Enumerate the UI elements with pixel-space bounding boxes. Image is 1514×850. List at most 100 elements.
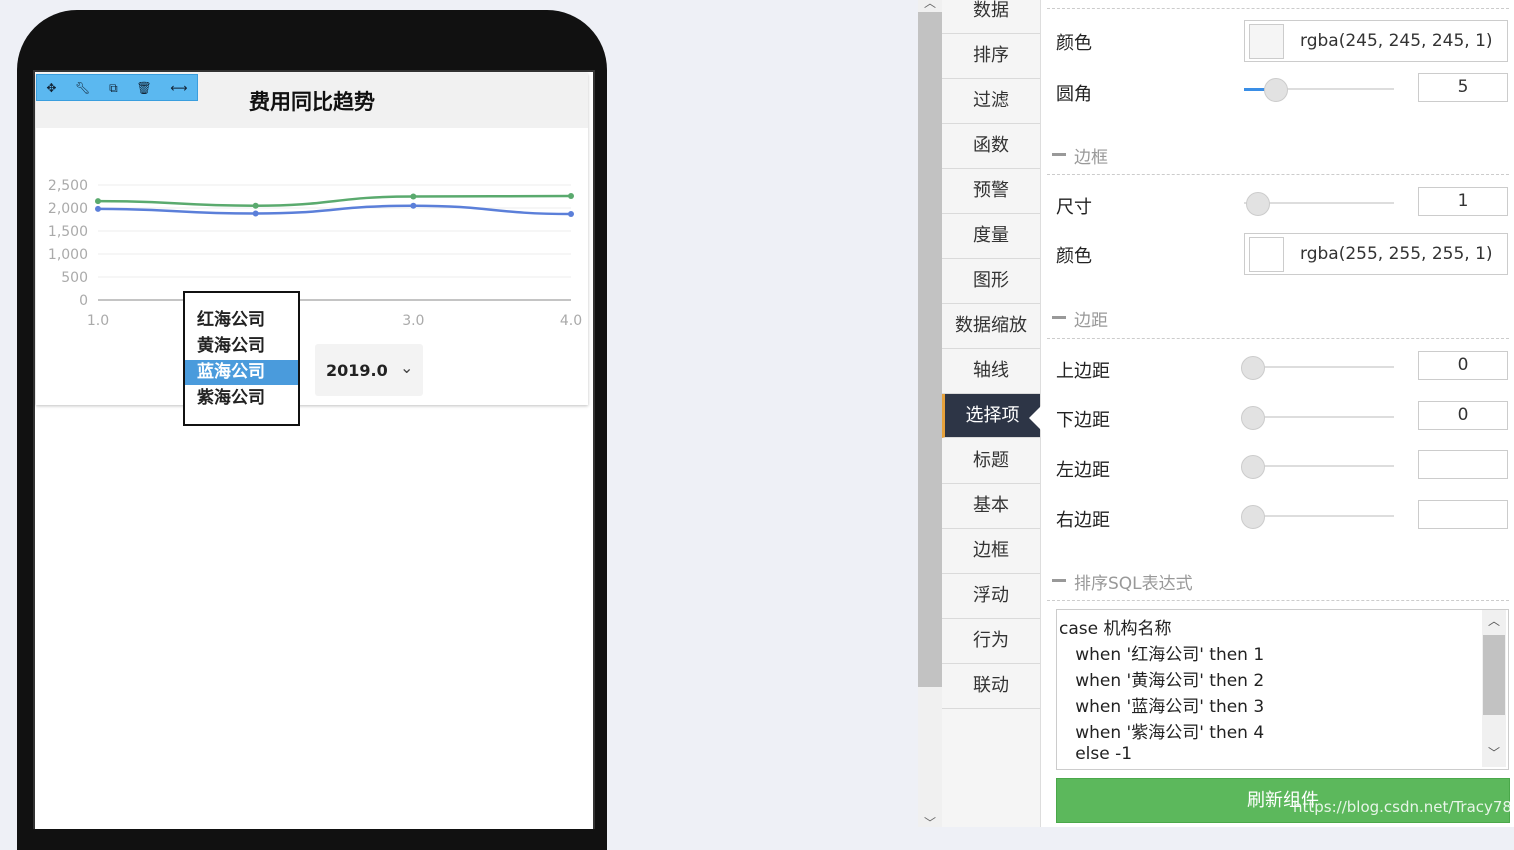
bg-color-label: 颜色 <box>1056 33 1092 54</box>
tab-6[interactable]: 图形 <box>942 259 1040 304</box>
data-point <box>568 210 574 217</box>
margin-left-slider-handle[interactable] <box>1241 455 1265 479</box>
margin-right-slider-track[interactable] <box>1244 515 1394 517</box>
data-point <box>95 205 101 212</box>
property-tabs: 数据 排序 过滤 函数 预警 度量 图形 数据缩放 轴线 选择项 标题 基本 边框 浮动 行为 联动 <box>942 0 1041 827</box>
year-select-value: 2019.0 <box>326 361 388 380</box>
watermark-text: https://blog.csdn.net/Tracy785 <box>1293 798 1514 816</box>
data-point <box>410 202 417 209</box>
margin-top-slider-handle[interactable] <box>1241 356 1265 380</box>
wrench-icon[interactable]: 🔧︎ <box>75 82 90 94</box>
year-select[interactable]: 2019.0 ⌄ <box>315 344 423 396</box>
margin-bottom-slider-track[interactable] <box>1244 416 1394 418</box>
border-section-title[interactable]: 边框 <box>1074 143 1108 168</box>
margin-top-label: 上边距 <box>1056 361 1110 382</box>
tab-0[interactable]: 数据 <box>942 0 1040 34</box>
border-color-swatch[interactable] <box>1249 237 1284 272</box>
margin-right-input[interactable] <box>1418 500 1508 529</box>
sql-scrollbar-thumb[interactable] <box>1483 635 1505 715</box>
bg-color-swatch[interactable] <box>1249 24 1284 59</box>
x-tick-label: 1.0 <box>87 313 109 329</box>
margin-top-slider-track[interactable] <box>1244 366 1394 368</box>
trash-icon[interactable]: 🗑︎ <box>136 82 151 94</box>
border-size-slider-handle[interactable] <box>1246 192 1270 216</box>
border-size-label: 尺寸 <box>1056 197 1092 218</box>
sql-line: when '黄海公司' then 2 <box>1059 671 1265 691</box>
tab-8[interactable]: 轴线 <box>942 349 1040 394</box>
data-point <box>252 202 259 209</box>
sql-line: case 机构名称 <box>1059 619 1172 639</box>
bg-color-picker[interactable]: rgba(245, 245, 245, 1) <box>1244 20 1508 62</box>
sql-line: else -1 <box>1059 744 1133 764</box>
tab-10[interactable]: 标题 <box>942 439 1040 484</box>
border-size-input[interactable]: 1 <box>1418 187 1508 216</box>
tab-4[interactable]: 预警 <box>942 169 1040 214</box>
company-option[interactable]: 蓝海公司 <box>185 360 298 385</box>
border-color-value: rgba(255, 255, 255, 1) <box>1300 244 1493 264</box>
tab-5[interactable]: 度量 <box>942 214 1040 259</box>
sql-line: when '红海公司' then 1 <box>1059 645 1265 665</box>
radius-input[interactable]: 5 <box>1418 73 1508 102</box>
divider <box>1047 8 1509 9</box>
chevron-down-icon: ⌄ <box>400 358 414 377</box>
sql-line: when '紫海公司' then 4 <box>1059 723 1265 743</box>
section-dash-icon <box>1052 153 1066 156</box>
margin-section-title[interactable]: 边距 <box>1074 306 1108 331</box>
company-option[interactable]: 黄海公司 <box>185 334 298 359</box>
border-color-label: 颜色 <box>1056 246 1092 267</box>
data-point <box>252 210 259 217</box>
margin-bottom-slider-handle[interactable] <box>1241 406 1265 430</box>
radius-label: 圆角 <box>1056 84 1092 105</box>
sql-line: when '蓝海公司' then 3 <box>1059 697 1265 717</box>
component-toolbar: ✥ 🔧︎ ⧉ 🗑︎ ⟷ <box>36 74 198 101</box>
margin-left-slider-track[interactable] <box>1244 465 1394 467</box>
company-dropdown-list[interactable]: 红海公司 黄海公司 蓝海公司 紫海公司 <box>183 291 300 426</box>
tab-13[interactable]: 浮动 <box>942 574 1040 619</box>
divider <box>1047 174 1509 175</box>
series-line-1 <box>97 204 572 216</box>
scroll-up-icon[interactable]: ︿ <box>918 0 942 11</box>
margin-left-input[interactable] <box>1418 450 1508 479</box>
series-line-0 <box>97 194 572 207</box>
radius-slider-handle[interactable] <box>1264 78 1288 102</box>
tab-15[interactable]: 联动 <box>942 664 1040 709</box>
margin-right-slider-handle[interactable] <box>1241 505 1265 529</box>
margin-bottom-input[interactable]: 0 <box>1418 401 1508 430</box>
x-tick-label: 4.0 <box>560 313 582 329</box>
divider <box>1047 600 1509 601</box>
x-tick-label: 3.0 <box>402 313 424 329</box>
section-dash-icon <box>1052 579 1066 582</box>
border-color-picker[interactable]: rgba(255, 255, 255, 1) <box>1244 233 1508 275</box>
company-option[interactable]: 红海公司 <box>185 308 298 333</box>
margin-top-input[interactable]: 0 <box>1418 351 1508 380</box>
sql-section-title[interactable]: 排序SQL表达式 <box>1074 569 1193 594</box>
tab-3[interactable]: 函数 <box>942 124 1040 169</box>
tab-1[interactable]: 排序 <box>942 34 1040 79</box>
scroll-down-icon[interactable]: ﹀ <box>918 814 942 831</box>
margin-right-label: 右边距 <box>1056 510 1110 531</box>
data-point <box>95 198 101 205</box>
margin-bottom-label: 下边距 <box>1056 410 1110 431</box>
y-tick-label: 2,500 <box>48 178 88 194</box>
divider <box>1047 338 1509 339</box>
tab-9[interactable]: 选择项 <box>942 394 1040 438</box>
tab-2[interactable]: 过滤 <box>942 79 1040 124</box>
line-chart: 2,500 2,000 1,500 1,000 500 0 1.0 3.0 4.0 <box>48 178 582 329</box>
margin-left-label: 左边距 <box>1056 460 1110 481</box>
resize-icon[interactable]: ⟷ <box>170 82 187 94</box>
tab-7[interactable]: 数据缩放 <box>942 304 1040 349</box>
editor-scrollbar-thumb[interactable] <box>918 12 942 687</box>
move-icon[interactable]: ✥ <box>46 82 56 94</box>
sql-scroll-up-icon[interactable]: ︿ <box>1482 612 1506 629</box>
data-point <box>410 193 417 200</box>
tab-14[interactable]: 行为 <box>942 619 1040 664</box>
section-dash-icon <box>1052 316 1066 319</box>
tab-12[interactable]: 边框 <box>942 529 1040 574</box>
sql-scroll-down-icon[interactable]: ﹀ <box>1482 744 1506 761</box>
tab-11[interactable]: 基本 <box>942 484 1040 529</box>
y-tick-label: 500 <box>61 270 88 286</box>
bg-color-value: rgba(245, 245, 245, 1) <box>1300 31 1493 51</box>
y-tick-label: 0 <box>79 293 88 309</box>
company-option[interactable]: 紫海公司 <box>185 386 298 411</box>
copy-icon[interactable]: ⧉ <box>109 82 118 94</box>
